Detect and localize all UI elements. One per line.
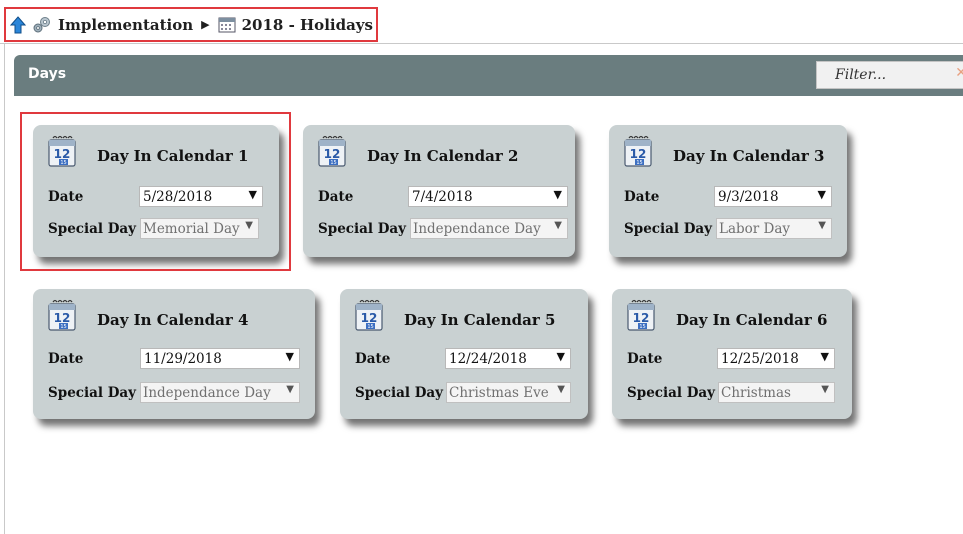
dropdown-arrow-icon[interactable]: ▼ — [245, 220, 253, 231]
date-label: Date — [318, 189, 354, 205]
clear-filter-icon[interactable]: ✕ — [955, 65, 963, 81]
date-dropdown[interactable]: 11/29/2018 ▼ — [140, 348, 300, 369]
date-dropdown[interactable]: 5/28/2018 ▼ — [139, 186, 263, 207]
date-dropdown[interactable]: 7/4/2018 ▼ — [408, 186, 568, 207]
dropdown-arrow-icon[interactable]: ▼ — [286, 384, 294, 395]
breadcrumb-separator-icon: ▶ — [201, 18, 210, 31]
date-label: Date — [624, 189, 660, 205]
special-day-dropdown[interactable]: Independance Day ▼ — [140, 382, 300, 403]
date-value: 5/28/2018 — [143, 188, 213, 205]
svg-text:15: 15 — [60, 160, 66, 166]
calendar-icon: 12 15 — [626, 299, 656, 331]
date-value: 7/4/2018 — [412, 188, 473, 205]
date-value: 11/29/2018 — [144, 350, 222, 367]
svg-text:12: 12 — [54, 311, 71, 325]
special-day-value: Independance Day — [413, 220, 541, 237]
card-title: Day In Calendar 5 — [404, 311, 556, 329]
special-day-dropdown[interactable]: Christmas ▼ — [718, 382, 835, 403]
dropdown-arrow-icon[interactable]: ▼ — [249, 188, 257, 201]
date-label: Date — [627, 351, 663, 367]
day-card-1[interactable]: 12 15 Day In Calendar 1 Date 5/28/2018 ▼ … — [33, 125, 279, 257]
breadcrumb-bar: Implementation ▶ 2018 - Holidays — [0, 0, 963, 44]
up-arrow-icon[interactable] — [10, 15, 26, 34]
day-card-2[interactable]: 12 15 Day In Calendar 2 Date 7/4/2018 ▼ S… — [303, 125, 575, 257]
special-day-label: Special Day — [318, 221, 407, 237]
special-day-dropdown[interactable]: Christmas Eve ▼ — [446, 382, 571, 403]
date-dropdown[interactable]: 12/25/2018 ▼ — [717, 348, 835, 369]
gears-icon — [32, 16, 52, 34]
date-label: Date — [48, 189, 84, 205]
dropdown-arrow-icon[interactable]: ▼ — [286, 350, 294, 363]
svg-text:15: 15 — [60, 324, 66, 330]
svg-text:12: 12 — [54, 147, 71, 161]
dropdown-arrow-icon[interactable]: ▼ — [557, 384, 565, 395]
svg-text:15: 15 — [636, 160, 642, 166]
special-day-dropdown[interactable]: Labor Day ▼ — [716, 218, 832, 239]
special-day-label: Special Day — [627, 385, 716, 401]
card-title: Day In Calendar 2 — [367, 147, 519, 165]
panel-header: Days ✕ — [14, 55, 963, 96]
filter-box[interactable]: ✕ — [816, 61, 963, 89]
special-day-value: Memorial Day — [143, 220, 240, 237]
special-day-label: Special Day — [624, 221, 713, 237]
card-title: Day In Calendar 4 — [97, 311, 249, 329]
date-dropdown[interactable]: 12/24/2018 ▼ — [445, 348, 571, 369]
svg-text:12: 12 — [324, 147, 341, 161]
special-day-value: Christmas — [721, 384, 791, 401]
svg-text:12: 12 — [361, 311, 378, 325]
dropdown-arrow-icon[interactable]: ▼ — [818, 220, 826, 231]
dropdown-arrow-icon[interactable]: ▼ — [818, 188, 826, 201]
calendar-icon — [218, 16, 236, 33]
svg-text:12: 12 — [633, 311, 650, 325]
frame-divider — [4, 44, 5, 534]
calendar-icon: 12 15 — [354, 299, 384, 331]
svg-text:15: 15 — [367, 324, 373, 330]
breadcrumb: Implementation ▶ 2018 - Holidays — [4, 7, 378, 42]
dropdown-arrow-icon[interactable]: ▼ — [821, 350, 829, 363]
special-day-dropdown[interactable]: Memorial Day ▼ — [140, 218, 259, 239]
calendar-icon: 12 15 — [317, 135, 347, 167]
special-day-value: Independance Day — [143, 384, 271, 401]
calendar-icon: 12 15 — [47, 135, 77, 167]
day-card-5[interactable]: 12 15 Day In Calendar 5 Date 12/24/2018 ▼… — [340, 289, 588, 419]
special-day-dropdown[interactable]: Independance Day ▼ — [410, 218, 568, 239]
panel-title: Days — [28, 66, 67, 82]
day-card-3[interactable]: 12 15 Day In Calendar 3 Date 9/3/2018 ▼ S… — [609, 125, 847, 257]
date-value: 12/25/2018 — [721, 350, 799, 367]
day-card-6[interactable]: 12 15 Day In Calendar 6 Date 12/25/2018 ▼… — [612, 289, 852, 419]
card-title: Day In Calendar 6 — [676, 311, 828, 329]
day-card-4[interactable]: 12 15 Day In Calendar 4 Date 11/29/2018 ▼… — [33, 289, 315, 419]
svg-text:15: 15 — [330, 160, 336, 166]
filter-input[interactable] — [833, 66, 943, 84]
dropdown-arrow-icon[interactable]: ▼ — [554, 220, 562, 231]
special-day-value: Christmas Eve — [449, 384, 549, 401]
special-day-label: Special Day — [355, 385, 444, 401]
dropdown-arrow-icon[interactable]: ▼ — [554, 188, 562, 201]
special-day-label: Special Day — [48, 221, 137, 237]
date-value: 12/24/2018 — [449, 350, 527, 367]
card-title: Day In Calendar 1 — [97, 147, 249, 165]
dropdown-arrow-icon[interactable]: ▼ — [821, 384, 829, 395]
calendar-icon: 12 15 — [47, 299, 77, 331]
special-day-value: Labor Day — [719, 220, 791, 237]
calendar-icon: 12 15 — [623, 135, 653, 167]
date-label: Date — [355, 351, 391, 367]
date-value: 9/3/2018 — [718, 188, 779, 205]
breadcrumb-item-2018-holidays[interactable]: 2018 - Holidays — [242, 16, 373, 34]
svg-text:12: 12 — [630, 147, 647, 161]
svg-text:15: 15 — [639, 324, 645, 330]
date-dropdown[interactable]: 9/3/2018 ▼ — [714, 186, 832, 207]
date-label: Date — [48, 351, 84, 367]
card-title: Day In Calendar 3 — [673, 147, 825, 165]
dropdown-arrow-icon[interactable]: ▼ — [557, 350, 565, 363]
special-day-label: Special Day — [48, 385, 137, 401]
breadcrumb-item-implementation[interactable]: Implementation — [58, 16, 193, 34]
